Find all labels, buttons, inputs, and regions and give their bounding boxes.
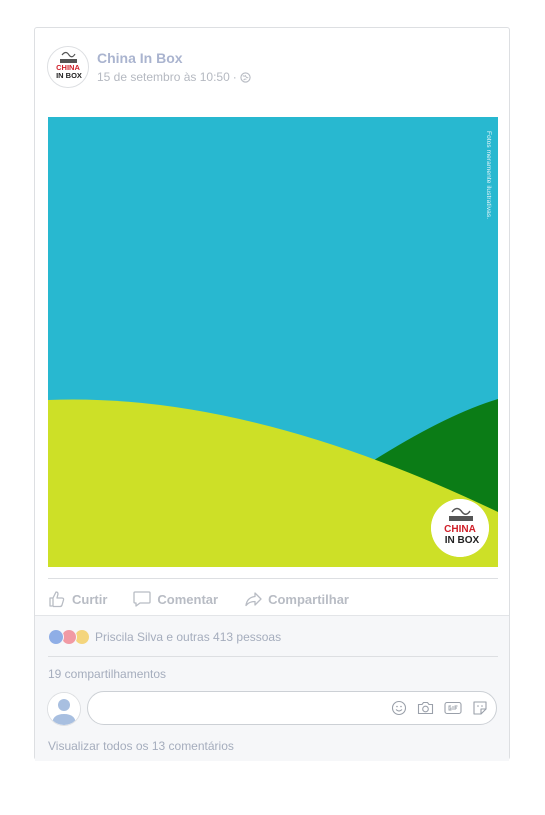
globe-icon[interactable]	[240, 72, 251, 86]
comment-input[interactable]	[100, 699, 374, 719]
post-card: CHINA IN BOX China In Box 15 de setembro…	[34, 27, 510, 761]
post-timestamp[interactable]: 15 de setembro às 10:50	[97, 70, 230, 84]
actions-divider	[48, 578, 498, 579]
china-in-box-logo: CHINA IN BOX	[431, 499, 489, 557]
post-footer: Priscila Silva e outras 413 pessoas 19 c…	[35, 615, 509, 761]
post-header: CHINA IN BOX China In Box 15 de setembro…	[47, 46, 487, 90]
logo-text-2: IN BOX	[445, 535, 480, 546]
comment-box	[87, 691, 497, 725]
default-avatar-icon	[48, 693, 80, 725]
camera-icon[interactable]	[417, 700, 434, 716]
page-avatar[interactable]: CHINA IN BOX	[47, 46, 89, 88]
post-photo[interactable]: Fotos meramente ilustrativas. CHINA IN B…	[48, 117, 498, 567]
shares-count-link[interactable]: 19 compartilhamentos	[48, 667, 166, 681]
like-reaction-icon	[48, 629, 64, 645]
share-label: Compartilhar	[268, 591, 349, 607]
reactions-text: Priscila Silva e outras 413 pessoas	[95, 630, 282, 644]
comment-icon	[133, 591, 152, 607]
gif-icon[interactable]	[444, 700, 462, 716]
logo-text-2: IN BOX	[56, 71, 82, 80]
thumbs-up-icon	[49, 591, 65, 608]
share-icon	[245, 592, 262, 607]
share-button[interactable]: Compartilhar	[244, 590, 349, 608]
like-button[interactable]: Curtir	[48, 590, 107, 608]
user-avatar	[47, 692, 81, 726]
reactions-summary[interactable]: Priscila Silva e outras 413 pessoas	[48, 629, 281, 645]
post-meta: 15 de setembro às 10:50 ·	[97, 70, 251, 86]
footer-divider	[48, 656, 498, 657]
comment-label: Comentar	[157, 591, 219, 607]
comment-button[interactable]: Comentar	[133, 590, 218, 608]
sticker-icon[interactable]	[472, 700, 488, 716]
page-name-link[interactable]: China In Box	[97, 50, 183, 66]
post-actions-bar: Curtir Comentar Compartilhar	[48, 584, 498, 614]
photo-logo-badge: CHINA IN BOX	[431, 499, 489, 557]
logo-text-1: CHINA	[444, 524, 476, 535]
view-all-comments-link[interactable]: Visualizar todos os 13 comentários	[48, 739, 234, 753]
hills-illustration	[48, 117, 498, 567]
emoji-icon[interactable]	[391, 700, 407, 716]
photo-disclaimer: Fotos meramente ilustrativas.	[485, 131, 492, 220]
comment-tools	[381, 700, 488, 716]
like-label: Curtir	[72, 591, 108, 607]
comment-composer	[47, 691, 499, 727]
china-in-box-logo: CHINA IN BOX	[48, 47, 88, 87]
meta-separator: ·	[232, 70, 237, 84]
